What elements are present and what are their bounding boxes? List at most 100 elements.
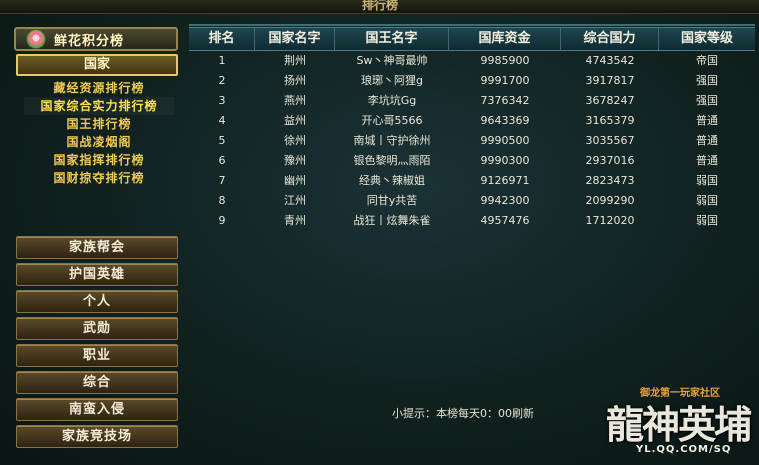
table-row[interactable]: 5 徐州 南城丨守护徐州 9990500 3035567 普通 — [189, 131, 755, 151]
king-cell: 琅琊丶阿狸g — [361, 74, 423, 87]
column-header-level[interactable]: 国家等级 — [659, 28, 755, 50]
category-button-profession[interactable]: 职业 — [16, 344, 178, 367]
country-cell: 徐州 — [284, 134, 306, 147]
flower-icon — [26, 29, 46, 49]
level-cell: 普通 — [696, 154, 718, 167]
rank-cell: 8 — [218, 194, 226, 207]
strength-cell: 2099290 — [585, 194, 635, 207]
level-cell: 普通 — [696, 134, 718, 147]
strength-cell: 3917817 — [585, 74, 635, 87]
treasury-cell: 9990500 — [480, 134, 530, 147]
sub-item-king-ranking[interactable]: 国王排行榜 — [24, 115, 174, 133]
table-header: 排名 国家名字 国王名字 国库资金 综合国力 国家等级 — [189, 27, 755, 51]
table-body: 1 荆州 Sw丶神哥最帅 9985900 4743542 帝国 2 扬州 琅琊丶阿狸g 99917… — [189, 51, 755, 231]
king-cell: 开心哥5566 — [361, 114, 423, 127]
rank-cell: 7 — [218, 174, 226, 187]
strength-cell: 3678247 — [585, 94, 635, 107]
king-cell: 南城丨守护徐州 — [353, 134, 431, 147]
category-button-family-guild[interactable]: 家族帮会 — [16, 236, 178, 259]
country-cell: 益州 — [284, 114, 306, 127]
column-header-rank[interactable]: 排名 — [189, 28, 255, 50]
category-button-family-arena[interactable]: 家族竞技场 — [16, 425, 178, 448]
king-cell: Sw丶神哥最帅 — [356, 54, 428, 67]
country-cell: 豫州 — [284, 154, 306, 167]
window-title: 排行榜 — [361, 0, 398, 12]
strength-cell: 2823473 — [585, 174, 635, 187]
category-button-hero[interactable]: 护国英雄 — [16, 263, 178, 286]
king-cell: 同甘y共苦 — [366, 194, 418, 207]
column-header-country[interactable]: 国家名字 — [255, 28, 335, 50]
country-cell: 幽州 — [284, 174, 306, 187]
rank-cell: 3 — [218, 94, 226, 107]
country-cell: 扬州 — [284, 74, 306, 87]
column-header-treasury[interactable]: 国库资金 — [449, 28, 561, 50]
strength-cell: 3165379 — [585, 114, 635, 127]
column-header-king[interactable]: 国王名字 — [335, 28, 449, 50]
table-row[interactable]: 3 燕州 李坑坑Gg 7376342 3678247 强国 — [189, 91, 755, 111]
table-row[interactable]: 9 青州 战狂丨炫舞朱雀 4957476 1712020 弱国 — [189, 211, 755, 231]
category-button-southern-invasion[interactable]: 南蛮入侵 — [16, 398, 178, 421]
rank-cell: 9 — [218, 214, 226, 227]
strength-cell: 3035567 — [585, 134, 635, 147]
category-list: 家族帮会 护国英雄 个人 武勋 职业 综合 南蛮入侵 家族竞技场 — [16, 236, 178, 452]
category-button-overall[interactable]: 综合 — [16, 371, 178, 394]
table-row[interactable]: 4 益州 开心哥5566 9643369 3165379 普通 — [189, 111, 755, 131]
country-sub-list: 藏经资源排行榜 国家综合实力排行榜 国王排行榜 国战凌烟阁 国家指挥排行榜 国财… — [24, 79, 174, 187]
king-cell: 银色黎明灬雨陌 — [353, 154, 431, 167]
country-cell: 荆州 — [284, 54, 306, 67]
level-cell: 弱国 — [696, 194, 718, 207]
country-cell: 江州 — [284, 194, 306, 207]
tab-country[interactable]: 国家 — [16, 54, 178, 76]
table-row[interactable]: 2 扬州 琅琊丶阿狸g 9991700 3917817 强国 — [189, 71, 755, 91]
ranking-table: 排名 国家名字 国王名字 国库资金 综合国力 国家等级 1 荆州 Sw丶神哥最帅 99… — [189, 27, 755, 231]
table-row[interactable]: 6 豫州 银色黎明灬雨陌 9990300 2937016 普通 — [189, 151, 755, 171]
flower-ranking-label: 鲜花积分榜 — [54, 33, 125, 49]
level-cell: 弱国 — [696, 174, 718, 187]
level-cell: 帝国 — [696, 54, 718, 67]
rank-cell: 1 — [218, 54, 226, 67]
game-window: 排行榜 鲜花积分榜 国家 藏经资源排行榜 国家综合实力排行榜 国王排行榜 国战凌… — [0, 0, 759, 465]
table-row[interactable]: 1 荆州 Sw丶神哥最帅 9985900 4743542 帝国 — [189, 51, 755, 71]
logo-url: YL.QQ.COM/SQ — [636, 444, 732, 455]
king-cell: 经典丶辣椒姐 — [359, 174, 425, 187]
treasury-cell: 4957476 — [480, 214, 530, 227]
sub-item-national-strength[interactable]: 国家综合实力排行榜 — [24, 97, 174, 115]
rank-cell: 6 — [218, 154, 226, 167]
strength-cell: 1712020 — [585, 214, 635, 227]
table-top-divider — [189, 24, 755, 26]
sub-item-command-ranking[interactable]: 国家指挥排行榜 — [24, 151, 174, 169]
category-button-personal[interactable]: 个人 — [16, 290, 178, 313]
treasury-cell: 9991700 — [480, 74, 530, 87]
treasury-cell: 9126971 — [480, 174, 530, 187]
treasury-cell: 9942300 — [480, 194, 530, 207]
refresh-tip: 小提示：本榜每天0：00刷新 — [392, 407, 534, 420]
treasury-cell: 9990300 — [480, 154, 530, 167]
treasury-cell: 9985900 — [480, 54, 530, 67]
rank-cell: 5 — [218, 134, 226, 147]
column-header-strength[interactable]: 综合国力 — [561, 28, 659, 50]
king-cell: 战狂丨炫舞朱雀 — [353, 214, 431, 227]
level-cell: 强国 — [696, 94, 718, 107]
rank-cell: 4 — [218, 114, 226, 127]
sub-item-plunder-ranking[interactable]: 国财掠夺排行榜 — [24, 169, 174, 187]
table-row[interactable]: 7 幽州 经典丶辣椒姐 9126971 2823473 弱国 — [189, 171, 755, 191]
country-cell: 燕州 — [284, 94, 306, 107]
sub-item-scripture-resources[interactable]: 藏经资源排行榜 — [24, 79, 174, 97]
level-cell: 弱国 — [696, 214, 718, 227]
level-cell: 普通 — [696, 114, 718, 127]
table-row[interactable]: 8 江州 同甘y共苦 9942300 2099290 弱国 — [189, 191, 755, 211]
game-logo: 御龙第一玩家社区 龍神英埔 YL.QQ.COM/SQ — [604, 384, 754, 460]
logo-title: 龍神英埔 — [606, 402, 752, 447]
treasury-cell: 9643369 — [480, 114, 530, 127]
rank-cell: 2 — [218, 74, 226, 87]
country-cell: 青州 — [284, 214, 306, 227]
strength-cell: 2937016 — [585, 154, 635, 167]
category-button-merit[interactable]: 武勋 — [16, 317, 178, 340]
king-cell: 李坑坑Gg — [367, 94, 417, 107]
window-title-bar: 排行榜 — [0, 0, 759, 14]
strength-cell: 4743542 — [585, 54, 635, 67]
flower-ranking-header[interactable]: 鲜花积分榜 — [14, 27, 178, 51]
sub-item-war-hall[interactable]: 国战凌烟阁 — [24, 133, 174, 151]
treasury-cell: 7376342 — [480, 94, 530, 107]
level-cell: 强国 — [696, 74, 718, 87]
